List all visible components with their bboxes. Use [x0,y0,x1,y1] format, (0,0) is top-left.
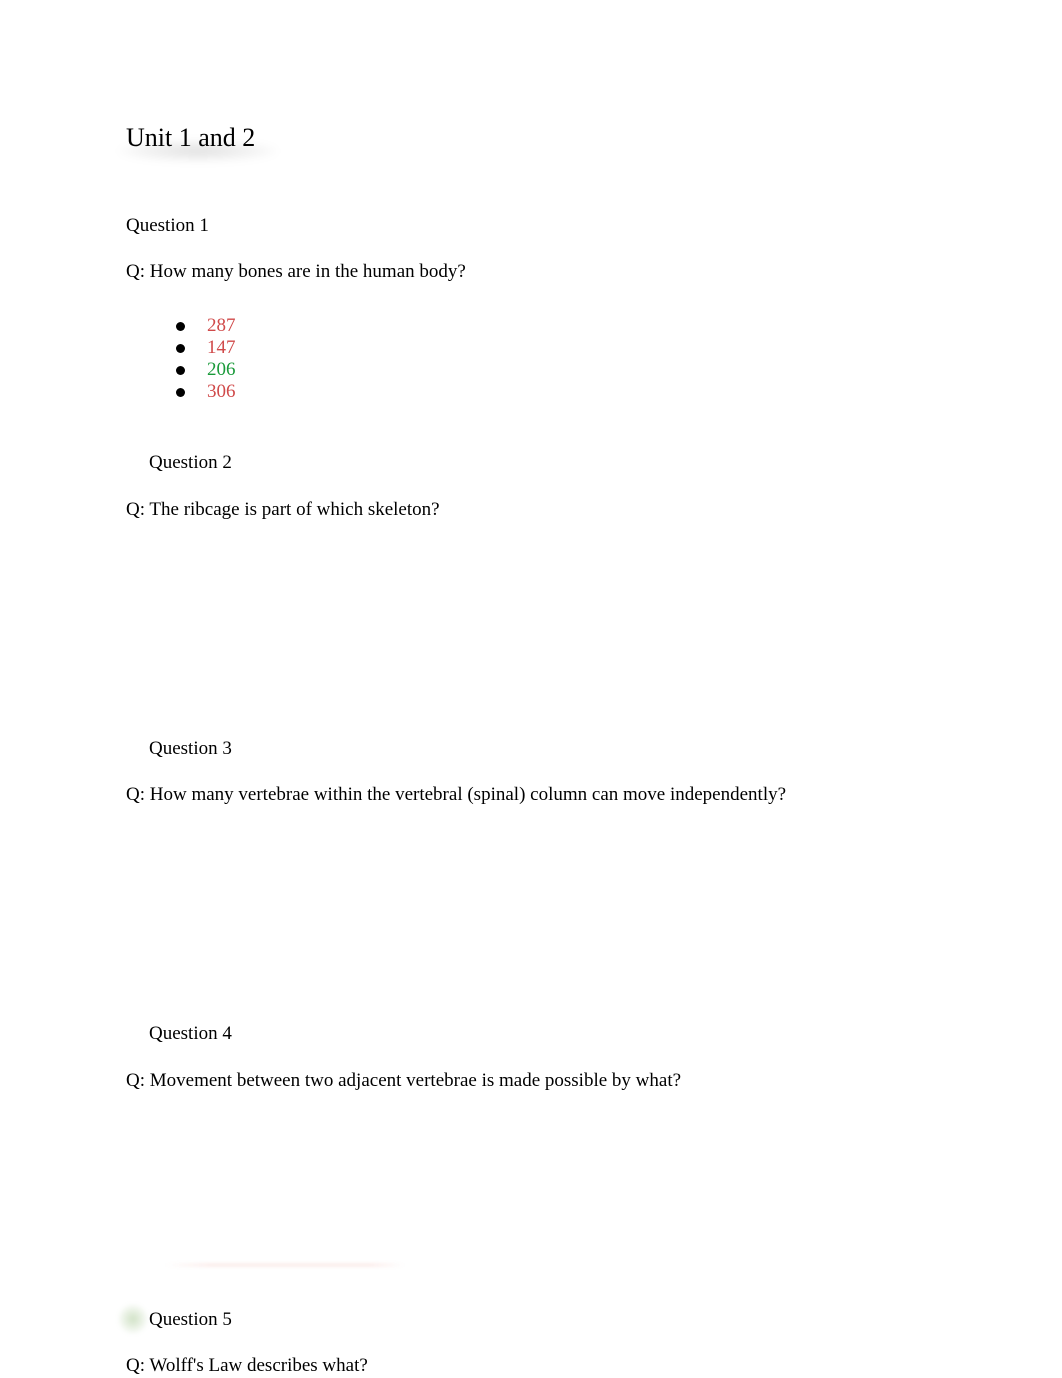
bullet-icon [176,343,185,353]
question-3-text: Q: How many vertebrae within the vertebr… [126,784,787,805]
faint-green-mark [118,1304,148,1334]
option-label: 306 [207,381,236,402]
option-label: 147 [207,337,236,358]
question-1-text: Q: How many bones are in the human body? [126,261,466,282]
question-4-heading: Question 4 [149,1023,232,1044]
bullet-icon [176,365,185,375]
option[interactable]: 206 [176,359,236,381]
question-1-options: 287 147 206 306 [176,315,236,403]
question-2-heading: Question 2 [149,452,232,473]
option[interactable]: 147 [176,337,236,359]
question-3-heading: Question 3 [149,738,232,759]
bullet-icon [176,321,185,331]
option-label: 206 [207,359,236,380]
option[interactable]: 287 [176,315,236,337]
bullet-icon [176,387,185,397]
document-title: Unit 1 and 2 [126,123,256,152]
question-1-heading: Question 1 [126,215,209,236]
question-5-heading: Question 5 [149,1309,232,1330]
option[interactable]: 306 [176,381,236,403]
question-2-text: Q: The ribcage is part of which skeleton… [126,499,440,520]
faint-highlight-line [165,1263,405,1267]
question-4-text: Q: Movement between two adjacent vertebr… [126,1070,682,1091]
option-label: 287 [207,315,236,336]
question-5-text: Q: Wolff's Law describes what? [126,1355,368,1376]
